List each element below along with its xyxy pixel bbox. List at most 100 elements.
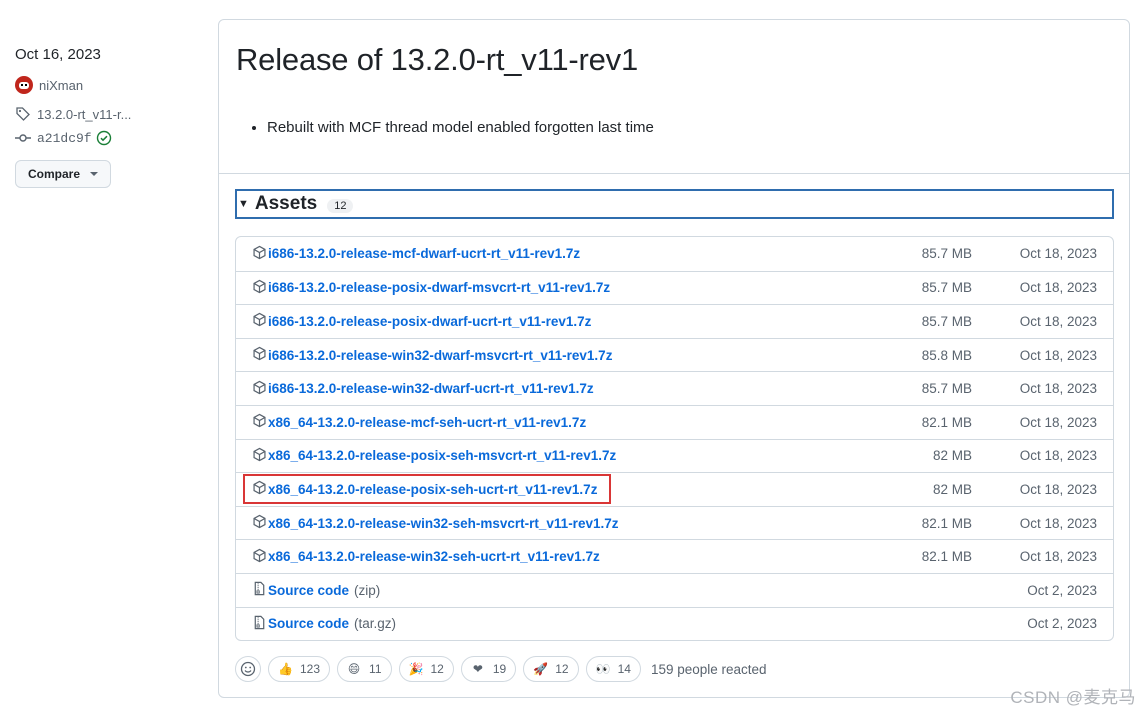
package-icon [252,279,267,297]
asset-date: Oct 18, 2023 [1019,481,1097,497]
asset-link[interactable]: i686-13.2.0-release-mcf-dwarf-ucrt-rt_v1… [252,245,580,263]
asset-link[interactable]: Source code (zip) [252,581,380,599]
release-title[interactable]: Release of 13.2.0-rt_v11-rev1 [236,42,638,78]
file-zip-icon [252,615,267,633]
laugh-icon: 😄 [347,662,361,676]
triangle-down-icon: ▼ [238,198,249,210]
asset-date: Oct 18, 2023 [1019,448,1097,464]
package-icon [252,514,267,532]
asset-link[interactable]: x86_64-13.2.0-release-posix-seh-msvcrt-r… [252,447,616,465]
heart-icon: ❤ [472,662,483,676]
asset-name: x86_64-13.2.0-release-posix-seh-msvcrt-r… [268,448,617,464]
asset-date: Oct 2, 2023 [1027,616,1097,632]
asset-size: 82.1 MB [921,414,972,430]
asset-row: x86_64-13.2.0-release-posix-seh-msvcrt-r… [236,438,1113,473]
package-icon [252,480,267,498]
tag-link[interactable]: 13.2.0-rt_v11-r... [37,107,131,122]
asset-row: x86_64-13.2.0-release-posix-seh-ucrt-rt_… [236,472,1113,506]
reaction-button[interactable]: 👍 123 [268,656,331,682]
asset-name: x86_64-13.2.0-release-win32-seh-msvcrt-r… [268,515,619,531]
smiley-icon [240,661,256,677]
asset-row: x86_64-13.2.0-release-mcf-seh-ucrt-rt_v1… [236,404,1113,439]
asset-row: x86_64-13.2.0-release-win32-seh-ucrt-rt_… [236,539,1113,573]
asset-size: 85.7 MB [921,313,972,329]
rocket-icon: 🚀 [533,662,549,676]
reaction-button[interactable]: 👀 14 [585,656,641,682]
file-zip-icon [252,581,267,599]
asset-row: i686-13.2.0-release-posix-dwarf-msvcrt-r… [236,270,1113,305]
git-commit-icon [15,134,31,142]
asset-link[interactable]: x86_64-13.2.0-release-mcf-seh-ucrt-rt_v1… [252,413,586,431]
asset-suffix: (tar.gz) [354,616,397,632]
avatar[interactable] [15,76,33,94]
watermark: CSDN @麦克马 [1010,688,1136,707]
reactions-bar: 👍 123 😄 11 🎉 12 ❤ 19 🚀 12 👀 14 159 people reacted [235,656,767,682]
asset-size: 82 MB [932,448,972,464]
commit-row[interactable]: a21dc9f [15,128,205,148]
asset-name: Source code [268,616,350,632]
chevron-down-icon [90,172,99,176]
asset-name: i686-13.2.0-release-posix-dwarf-ucrt-rt_… [268,313,592,329]
asset-date: Oct 2, 2023 [1027,582,1097,598]
package-icon [252,413,267,431]
assets-toggle[interactable]: ▼ Assets 12 [235,189,1114,219]
reaction-button[interactable]: 😄 11 [337,656,392,682]
asset-name: i686-13.2.0-release-posix-dwarf-msvcrt-r… [268,280,611,296]
asset-date: Oct 18, 2023 [1019,280,1097,296]
reaction-count: 12 [430,662,444,676]
reaction-count: 12 [555,662,569,676]
asset-date: Oct 18, 2023 [1019,313,1097,329]
reactions-summary[interactable]: 159 people reacted [651,662,767,677]
asset-date: Oct 18, 2023 [1019,515,1097,531]
reaction-button[interactable]: 🎉 12 [398,656,454,682]
author-row[interactable]: niXman [15,75,205,95]
hooray-icon: 🎉 [408,662,424,676]
asset-date: Oct 18, 2023 [1019,246,1097,262]
asset-link[interactable]: Source code (tar.gz) [252,615,396,633]
verified-check-icon[interactable] [96,130,112,146]
commit-link[interactable]: a21dc9f [37,131,92,146]
asset-suffix: (zip) [354,582,381,598]
package-icon [252,245,267,263]
release-note-item: Rebuilt with MCF thread model enabled fo… [267,119,654,136]
asset-row: i686-13.2.0-release-win32-dwarf-msvcrt-r… [236,337,1113,372]
author-link[interactable]: niXman [39,78,83,93]
asset-name: x86_64-13.2.0-release-posix-seh-ucrt-rt_… [268,481,598,497]
package-icon [252,548,267,566]
asset-row: i686-13.2.0-release-posix-dwarf-ucrt-rt_… [236,304,1113,338]
asset-date: Oct 18, 2023 [1019,414,1097,430]
package-icon [252,346,267,364]
asset-link[interactable]: i686-13.2.0-release-posix-dwarf-msvcrt-r… [252,279,610,297]
reaction-count: 14 [617,662,631,676]
asset-size: 82.1 MB [921,515,972,531]
asset-link[interactable]: i686-13.2.0-release-posix-dwarf-ucrt-rt_… [252,312,591,330]
compare-button[interactable]: Compare [15,160,112,188]
reaction-button[interactable]: ❤ 19 [460,656,517,682]
assets-count-badge: 12 [327,199,354,213]
tag-row[interactable]: 13.2.0-rt_v11-r... [15,104,205,124]
asset-size: 85.8 MB [921,347,972,363]
asset-date: Oct 18, 2023 [1019,381,1097,397]
asset-link[interactable]: x86_64-13.2.0-release-posix-seh-ucrt-rt_… [242,474,612,505]
asset-size: 85.7 MB [921,280,972,296]
reaction-count: 123 [300,662,321,676]
reaction-count: 19 [492,662,507,676]
asset-name: x86_64-13.2.0-release-mcf-seh-ucrt-rt_v1… [268,414,587,430]
asset-size: 85.7 MB [921,381,972,397]
asset-link[interactable]: i686-13.2.0-release-win32-dwarf-ucrt-rt_… [252,380,594,398]
asset-link[interactable]: x86_64-13.2.0-release-win32-seh-ucrt-rt_… [252,548,600,566]
release-date: Oct 16, 2023 [15,46,101,63]
release-meta: Oct 16, 2023 niXman 13.2.0-rt_v11-r... a… [15,44,205,188]
asset-link[interactable]: i686-13.2.0-release-win32-dwarf-msvcrt-r… [252,346,612,364]
asset-size: 85.7 MB [921,246,972,262]
asset-link[interactable]: x86_64-13.2.0-release-win32-seh-msvcrt-r… [252,514,618,532]
asset-name: i686-13.2.0-release-mcf-dwarf-ucrt-rt_v1… [268,246,581,262]
asset-row: Source code (zip) Oct 2, 2023 [236,572,1113,607]
reaction-button[interactable]: 🚀 12 [523,656,579,682]
eyes-icon: 👀 [595,662,611,676]
package-icon [252,447,267,465]
reaction-count: 11 [369,662,382,676]
asset-name: i686-13.2.0-release-win32-dwarf-ucrt-rt_… [268,381,594,397]
add-reaction-button[interactable] [235,656,261,682]
asset-row: i686-13.2.0-release-win32-dwarf-ucrt-rt_… [236,371,1113,405]
